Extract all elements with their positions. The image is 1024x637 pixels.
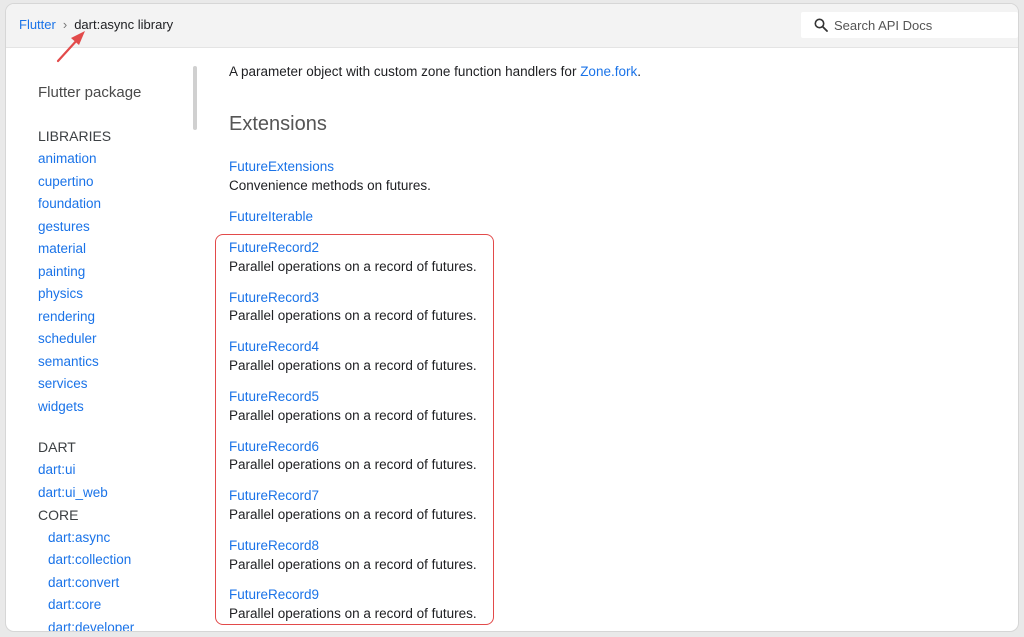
sidebar-item-dart-ui-web[interactable]: dart:ui_web (38, 485, 108, 500)
sidebar-item-dart-convert[interactable]: dart:convert (48, 575, 119, 590)
dart-heading: DART (38, 439, 76, 455)
sidebar-item-widgets[interactable]: widgets (38, 399, 84, 414)
sidebar-item-services[interactable]: services (38, 376, 88, 391)
libraries-heading: LIBRARIES (38, 128, 112, 144)
breadcrumb-flutter-link[interactable]: Flutter (19, 17, 56, 32)
sidebar-scrollbar[interactable] (193, 66, 197, 130)
extension-desc: Parallel operations on a record of futur… (229, 358, 477, 373)
sidebar-title: Flutter package (38, 84, 142, 101)
core-heading: CORE (38, 507, 79, 523)
extension-link-future-record2[interactable]: FutureRecord2 (229, 240, 319, 255)
extension-link-future-iterable[interactable]: FutureIterable (229, 209, 313, 224)
sidebar-item-dart-core[interactable]: dart:core (48, 597, 101, 612)
sidebar-item-dart-async[interactable]: dart:async (48, 530, 110, 545)
zone-fork-link[interactable]: Zone.fork (580, 64, 637, 79)
extension-desc: Parallel operations on a record of futur… (229, 507, 477, 522)
extension-link-future-record8[interactable]: FutureRecord8 (229, 538, 319, 553)
extension-link-future-record3[interactable]: FutureRecord3 (229, 290, 319, 305)
sidebar-item-material[interactable]: material (38, 241, 86, 256)
sidebar-item-gestures[interactable]: gestures (38, 219, 90, 234)
sidebar-item-scheduler[interactable]: scheduler (38, 331, 97, 346)
sidebar-item-dart-developer[interactable]: dart:developer (48, 620, 134, 631)
top-bar: Flutter › dart:async library (6, 4, 1018, 48)
extension-link-future-record7[interactable]: FutureRecord7 (229, 488, 319, 503)
sidebar-item-animation[interactable]: animation (38, 151, 97, 166)
search-input[interactable] (834, 17, 1004, 33)
extension-desc: Parallel operations on a record of futur… (229, 457, 477, 472)
sidebar: Flutter package LIBRARIES animation cupe… (38, 64, 208, 631)
sidebar-item-dart-ui[interactable]: dart:ui (38, 462, 76, 477)
sidebar-item-physics[interactable]: physics (38, 286, 83, 301)
breadcrumb: Flutter › dart:async library (19, 17, 173, 32)
sidebar-item-foundation[interactable]: foundation (38, 196, 101, 211)
sidebar-item-cupertino[interactable]: cupertino (38, 174, 94, 189)
extension-desc: Parallel operations on a record of futur… (229, 408, 477, 423)
extension-desc: Convenience methods on futures. (229, 178, 431, 193)
intro-end: . (637, 64, 641, 79)
extension-link-future-record5[interactable]: FutureRecord5 (229, 389, 319, 404)
intro-text: A parameter object with custom zone func… (229, 64, 581, 79)
extension-desc: Parallel operations on a record of futur… (229, 259, 477, 274)
sidebar-item-painting[interactable]: painting (38, 264, 85, 279)
sidebar-item-rendering[interactable]: rendering (38, 309, 95, 324)
browser-window: Flutter › dart:async library Flutter pac… (6, 4, 1018, 631)
search-box[interactable] (801, 12, 1018, 38)
sidebar-item-semantics[interactable]: semantics (38, 354, 99, 369)
main-content: A parameter object with custom zone func… (215, 64, 1009, 631)
extension-link-future-extensions[interactable]: FutureExtensions (229, 159, 334, 174)
extensions-heading: Extensions (229, 113, 327, 135)
extension-link-future-record9[interactable]: FutureRecord9 (229, 587, 319, 602)
extension-desc: Parallel operations on a record of futur… (229, 308, 477, 323)
search-icon (814, 18, 828, 32)
annotation-arrow-icon (56, 31, 85, 63)
intro-paragraph: A parameter object with custom zone func… (229, 64, 641, 79)
extension-link-future-record6[interactable]: FutureRecord6 (229, 439, 319, 454)
extension-desc: Parallel operations on a record of futur… (229, 606, 477, 621)
extension-desc: Parallel operations on a record of futur… (229, 557, 477, 572)
extension-link-future-record4[interactable]: FutureRecord4 (229, 339, 319, 354)
sidebar-item-dart-collection[interactable]: dart:collection (48, 552, 131, 567)
